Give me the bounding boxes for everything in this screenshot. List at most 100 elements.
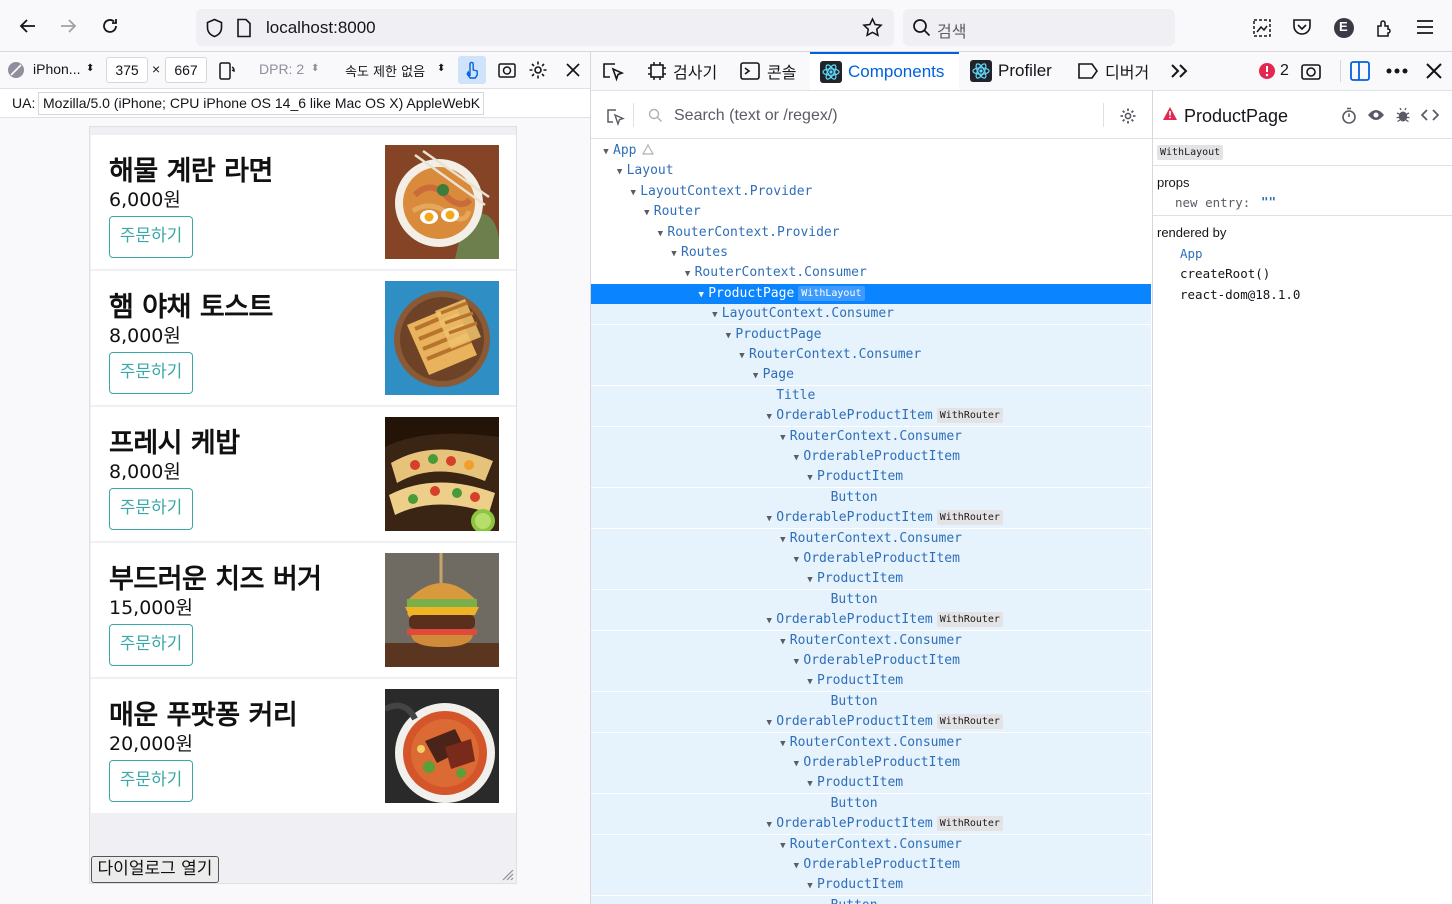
page-icon[interactable] bbox=[236, 18, 252, 43]
expand-caret-icon[interactable]: ▼ bbox=[803, 571, 817, 590]
dock-side-icon[interactable] bbox=[1349, 52, 1371, 90]
reload-icon[interactable] bbox=[96, 12, 124, 40]
tab-profiler[interactable]: Profiler bbox=[970, 52, 1052, 90]
expand-caret-icon[interactable]: ▼ bbox=[749, 367, 763, 386]
expand-caret-icon[interactable]: ▼ bbox=[762, 816, 776, 835]
tree-row[interactable]: ▼ RouterContext.Consumer bbox=[591, 528, 1151, 550]
tree-row[interactable]: Button bbox=[591, 895, 1151, 904]
element-picker-icon[interactable] bbox=[601, 52, 625, 90]
expand-caret-icon[interactable]: ▼ bbox=[762, 510, 776, 529]
components-search-input[interactable]: Search (text or /regex/) bbox=[674, 107, 838, 125]
tree-row[interactable]: ▼ OrderableProductItem WithRouter bbox=[591, 508, 1151, 529]
rotate-viewport-icon[interactable] bbox=[217, 61, 237, 84]
expand-caret-icon[interactable]: ▼ bbox=[735, 347, 749, 366]
tree-row[interactable]: ▼ RouterContext.Consumer bbox=[591, 345, 1151, 365]
eye-icon[interactable] bbox=[1367, 108, 1385, 127]
tree-row[interactable]: ▼ ProductItem bbox=[591, 569, 1151, 590]
expand-caret-icon[interactable]: ▼ bbox=[803, 775, 817, 794]
expand-caret-icon[interactable]: ▼ bbox=[653, 225, 667, 244]
tree-row[interactable]: Button bbox=[591, 691, 1151, 712]
expand-caret-icon[interactable]: ▼ bbox=[694, 286, 708, 305]
tab-console[interactable]: 콘솔 bbox=[739, 52, 796, 90]
tree-row[interactable]: ▼ Routes bbox=[591, 243, 1151, 263]
dpr-select-arrows-icon[interactable]: ⬍ bbox=[311, 63, 319, 74]
expand-caret-icon[interactable]: ▼ bbox=[803, 877, 817, 896]
stopwatch-icon[interactable] bbox=[1341, 107, 1357, 129]
extensions-icon[interactable] bbox=[1374, 17, 1396, 44]
order-button[interactable]: 주문하기 bbox=[109, 352, 193, 394]
tree-row[interactable]: Title bbox=[591, 385, 1151, 406]
forward-arrow-icon[interactable] bbox=[54, 12, 82, 40]
expand-caret-icon[interactable]: ▼ bbox=[789, 653, 803, 672]
expand-caret-icon[interactable]: ▼ bbox=[776, 633, 790, 652]
new-prop-value[interactable]: "" bbox=[1261, 194, 1276, 209]
expand-caret-icon[interactable]: ▼ bbox=[667, 245, 681, 264]
tree-row[interactable]: ▼ ProductItem bbox=[591, 773, 1151, 794]
tree-row[interactable]: ▼ App bbox=[591, 141, 1151, 161]
tree-row[interactable]: ▼ Page bbox=[591, 365, 1151, 386]
tree-row[interactable]: ▼ RouterContext.Consumer bbox=[591, 263, 1151, 283]
view-source-icon[interactable] bbox=[1420, 108, 1440, 127]
tab-debugger[interactable]: 디버거 bbox=[1077, 52, 1149, 90]
throttle-select-arrows-icon[interactable]: ⬍ bbox=[437, 63, 445, 74]
expand-caret-icon[interactable]: ▼ bbox=[776, 735, 790, 754]
tree-row[interactable]: ▼ LayoutContext.Consumer bbox=[591, 304, 1151, 325]
url-bar[interactable]: localhost:8000 bbox=[196, 9, 894, 46]
open-dialog-button[interactable]: 다이얼로그 열기 bbox=[91, 856, 219, 883]
screenshot-tool-icon[interactable] bbox=[1251, 17, 1273, 44]
expand-caret-icon[interactable]: ▼ bbox=[640, 204, 654, 223]
tree-row[interactable]: Button bbox=[591, 487, 1151, 508]
tree-row[interactable]: ▼ RouterContext.Consumer bbox=[591, 732, 1151, 754]
throttle-selector[interactable]: 속도 제한 없음 bbox=[345, 61, 425, 80]
bookmark-star-icon[interactable] bbox=[862, 17, 883, 43]
user-agent-input[interactable]: Mozilla/5.0 (iPhone; CPU iPhone OS 14_6 … bbox=[38, 92, 484, 115]
resize-handle-icon[interactable] bbox=[500, 867, 514, 883]
tree-row[interactable]: ▼ ProductItem bbox=[591, 875, 1151, 896]
tree-row[interactable]: ▼ RouterContext.Consumer bbox=[591, 834, 1151, 856]
menu-hamburger-icon[interactable] bbox=[1416, 19, 1434, 40]
tree-row[interactable]: ▼ Router bbox=[591, 202, 1151, 222]
screenshot-icon[interactable] bbox=[497, 60, 517, 83]
expand-caret-icon[interactable]: ▼ bbox=[681, 265, 695, 284]
tree-row[interactable]: ▼ ProductItem bbox=[591, 467, 1151, 488]
expand-caret-icon[interactable]: ▼ bbox=[776, 429, 790, 448]
more-tabs-chevron-icon[interactable] bbox=[1169, 52, 1189, 90]
search-bar[interactable]: 검색 bbox=[903, 9, 1175, 46]
tree-row[interactable]: ▼ OrderableProductItem bbox=[591, 855, 1151, 875]
expand-caret-icon[interactable]: ▼ bbox=[708, 306, 722, 325]
bug-icon[interactable] bbox=[1395, 107, 1411, 128]
viewport-width-input[interactable]: 375 bbox=[106, 57, 148, 83]
expand-caret-icon[interactable]: ▼ bbox=[789, 755, 803, 774]
tab-inspector[interactable]: 검사기 bbox=[647, 52, 717, 90]
expand-caret-icon[interactable]: ▼ bbox=[599, 143, 613, 162]
tree-row[interactable]: ▼ Layout bbox=[591, 161, 1151, 181]
tree-row[interactable]: ▼ LayoutContext.Provider bbox=[591, 182, 1151, 202]
tree-row[interactable]: ▼ OrderableProductItem WithRouter bbox=[591, 814, 1151, 835]
order-button[interactable]: 주문하기 bbox=[109, 760, 193, 802]
tree-row[interactable]: ▼ ProductItem bbox=[591, 671, 1151, 692]
tree-row[interactable]: ▼ RouterContext.Provider bbox=[591, 223, 1151, 243]
close-devtools-icon[interactable] bbox=[1425, 52, 1443, 90]
expand-caret-icon[interactable]: ▼ bbox=[789, 857, 803, 876]
expand-caret-icon[interactable]: ▼ bbox=[762, 612, 776, 631]
expand-caret-icon[interactable]: ▼ bbox=[721, 327, 735, 346]
select-element-icon[interactable] bbox=[605, 107, 625, 132]
expand-caret-icon[interactable]: ▼ bbox=[776, 837, 790, 856]
tree-row[interactable]: Button bbox=[591, 793, 1151, 814]
tree-row[interactable]: ▼ OrderableProductItem bbox=[591, 651, 1151, 671]
expand-caret-icon[interactable]: ▼ bbox=[803, 469, 817, 488]
tree-row[interactable]: ▼ ProductPage bbox=[591, 324, 1151, 346]
expand-caret-icon[interactable]: ▼ bbox=[789, 551, 803, 570]
url-text[interactable]: localhost:8000 bbox=[266, 18, 376, 38]
tree-row[interactable]: ▼ OrderableProductItem bbox=[591, 549, 1151, 569]
tab-components[interactable]: Components bbox=[810, 52, 959, 90]
back-arrow-icon[interactable] bbox=[14, 12, 42, 40]
tree-row[interactable]: Button bbox=[591, 589, 1151, 610]
new-prop-key[interactable]: new entry: bbox=[1175, 195, 1250, 210]
expand-caret-icon[interactable]: ▼ bbox=[626, 184, 640, 203]
order-button[interactable]: 주문하기 bbox=[109, 216, 193, 258]
screenshot-node-icon[interactable] bbox=[1300, 52, 1322, 90]
expand-caret-icon[interactable]: ▼ bbox=[789, 449, 803, 468]
expand-caret-icon[interactable]: ▼ bbox=[776, 531, 790, 550]
expand-caret-icon[interactable]: ▼ bbox=[762, 408, 776, 427]
